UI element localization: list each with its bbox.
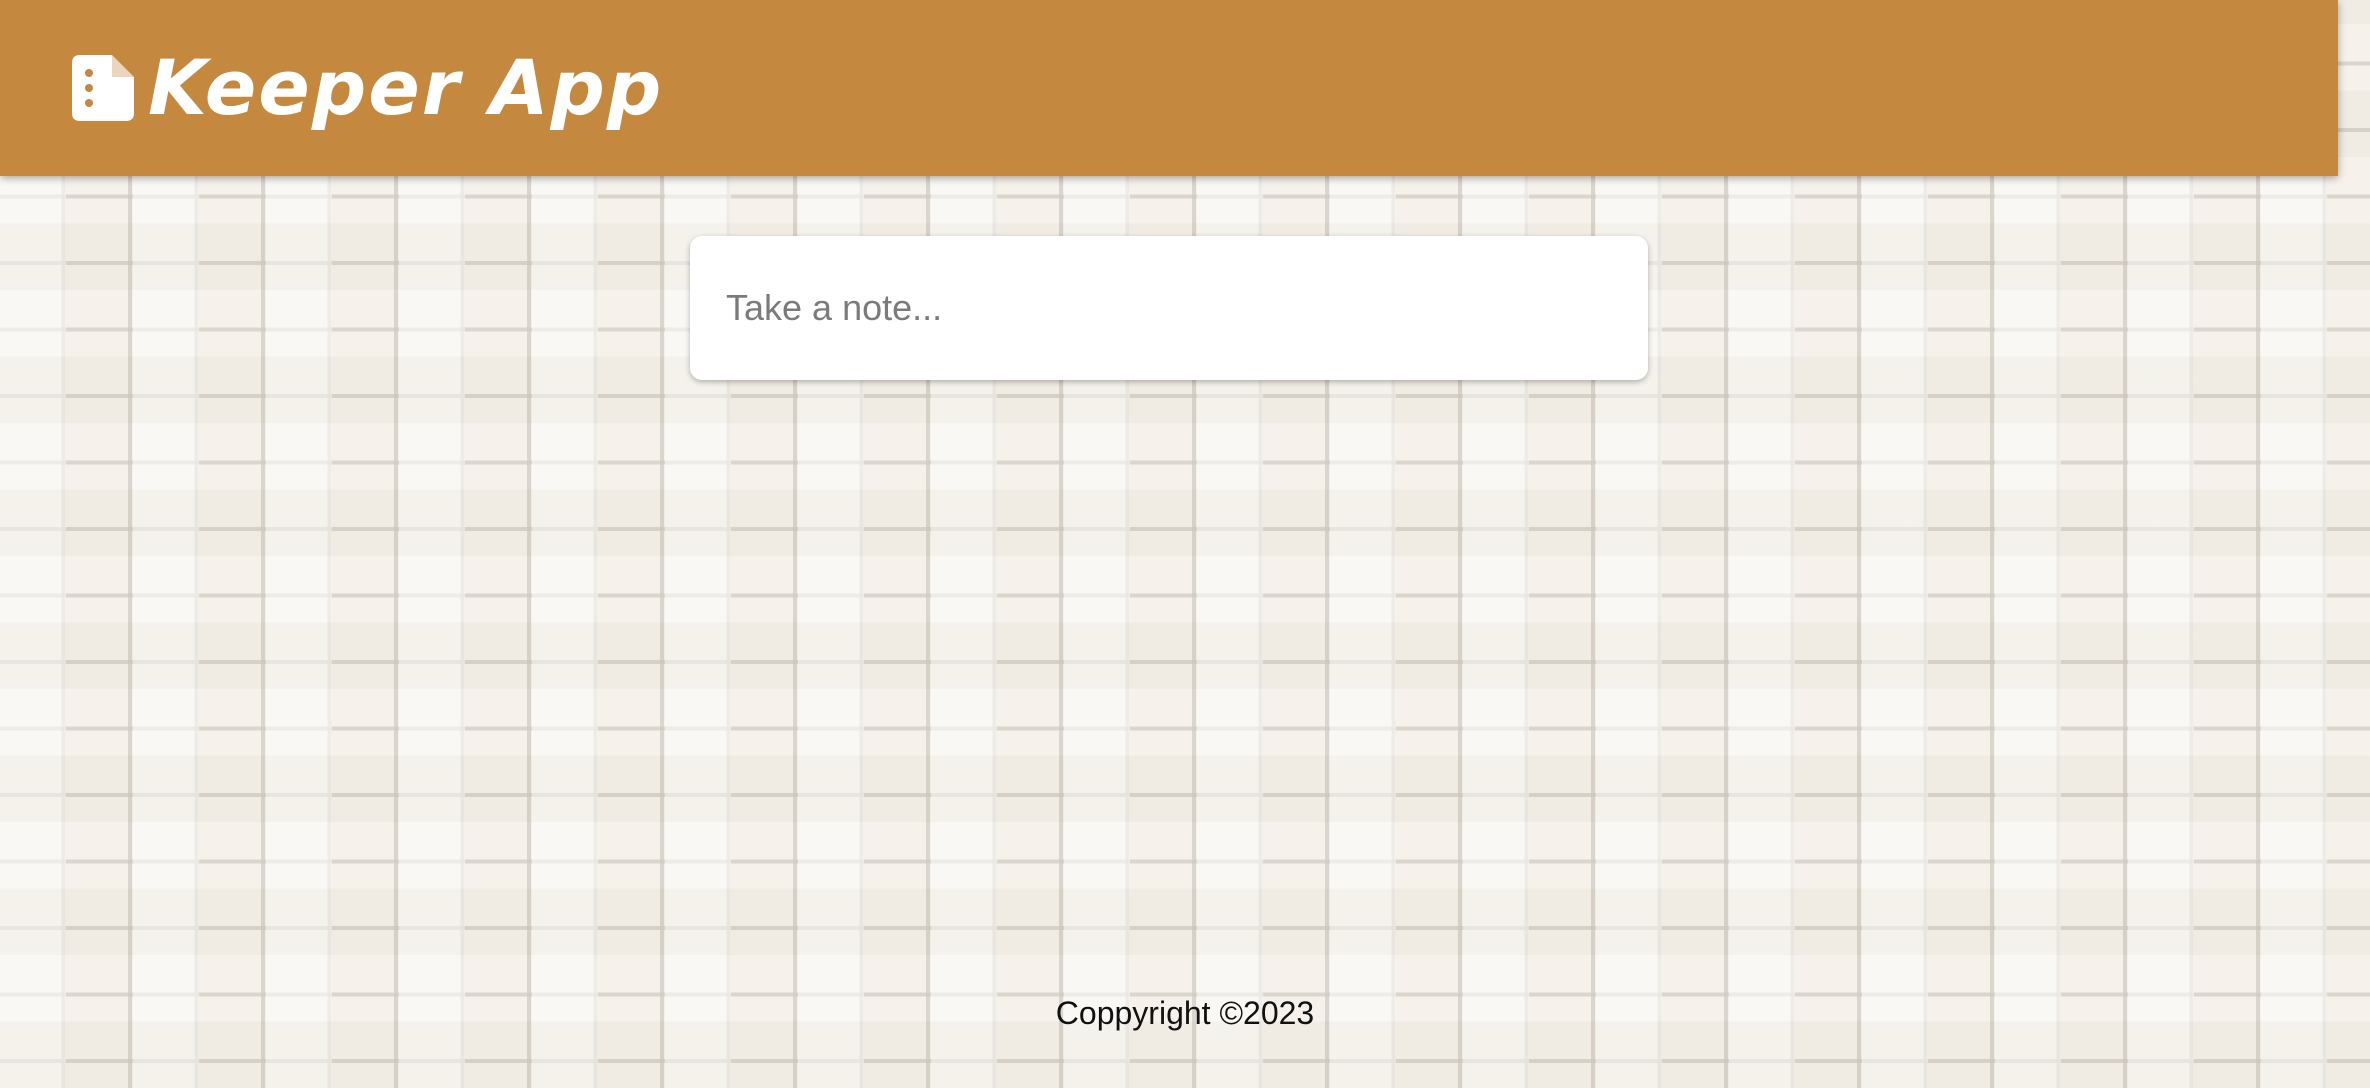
app-header: Keeper App: [0, 0, 2338, 176]
app-title-text: Keeper App: [148, 43, 664, 132]
app-title: Keeper App: [72, 28, 663, 148]
footer: Coppyright ©2023: [0, 995, 2370, 1032]
copyright-text: Coppyright ©2023: [1055, 995, 1315, 1031]
note-form: [690, 236, 1648, 380]
note-icon: [72, 55, 134, 121]
take-note-input[interactable]: [726, 272, 1606, 344]
